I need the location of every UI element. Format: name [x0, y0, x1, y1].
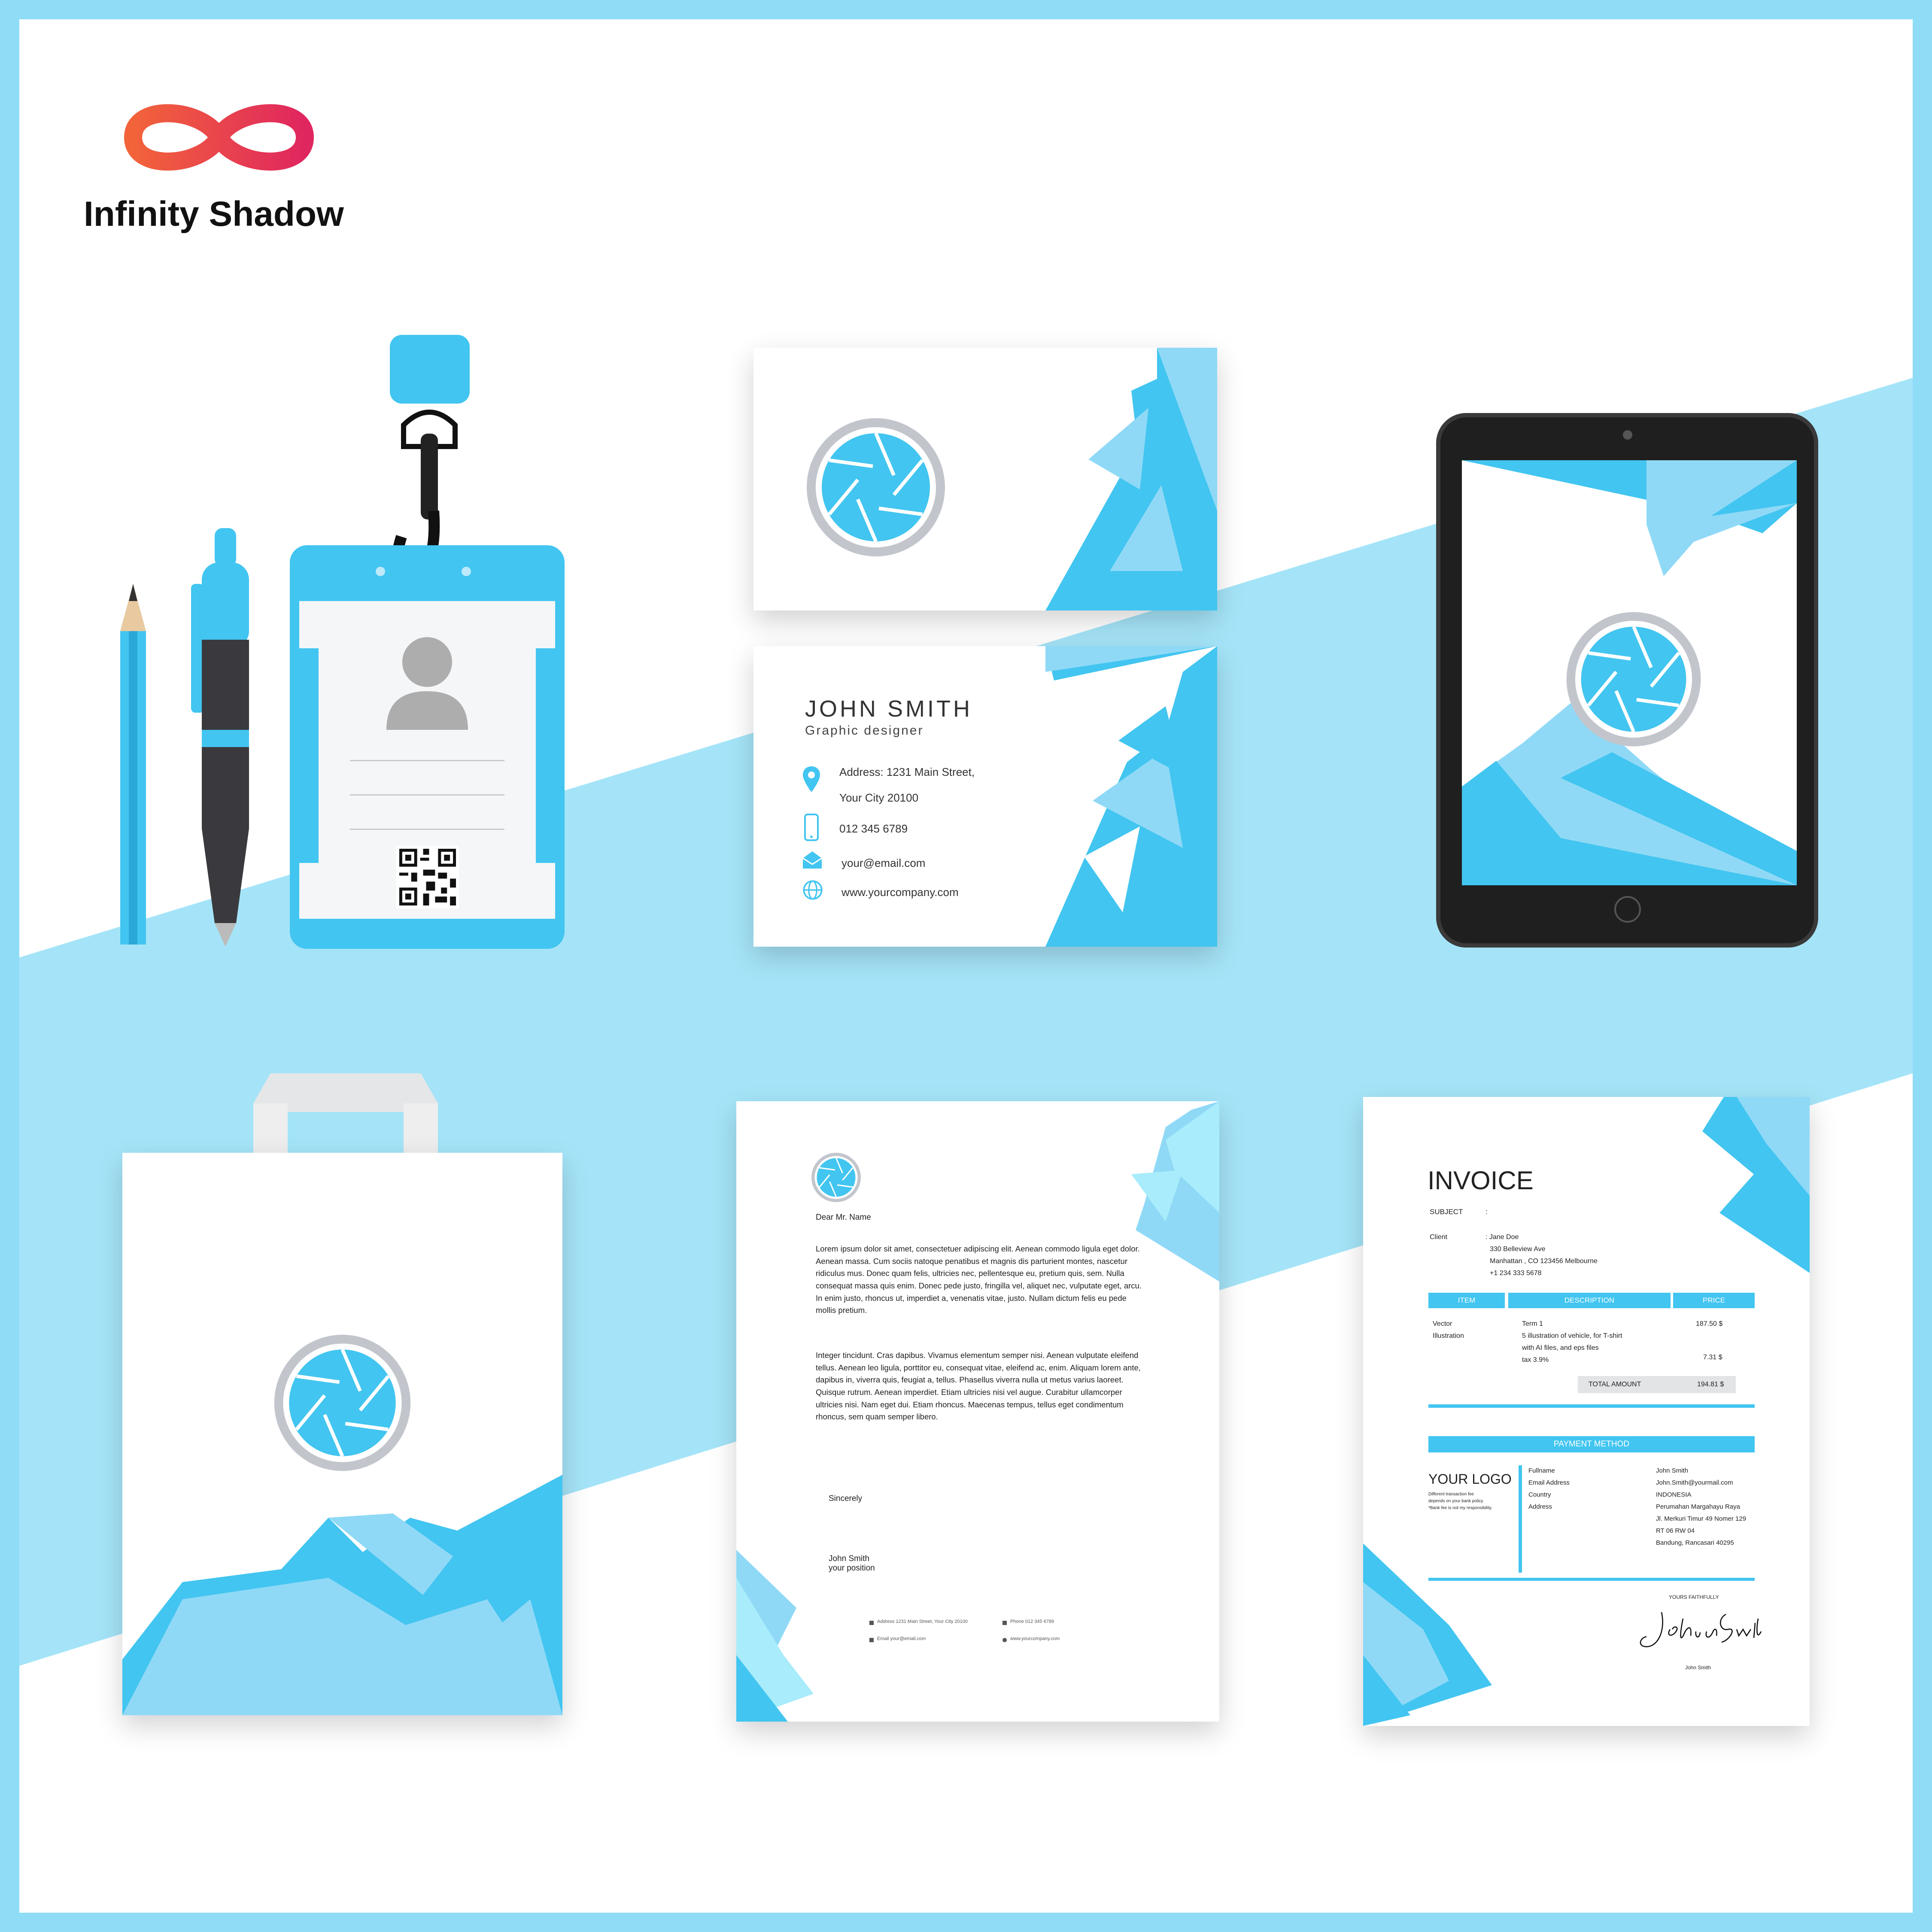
- invoice-pay-addr3: RT 06 RW 04: [1656, 1527, 1695, 1534]
- invoice-pay-label-fullname: Fullname: [1528, 1467, 1555, 1474]
- invoice-yours-faithfully: YOURS FAITHFULLY: [1669, 1594, 1719, 1600]
- invoice-total-value: 194.81 $: [1697, 1381, 1724, 1388]
- contact-address-line1: Address: 1231 Main Street,: [839, 766, 975, 778]
- invoice-pay-label-email: Email Address: [1528, 1479, 1570, 1486]
- contact-email: your@email.com: [841, 857, 926, 869]
- invoice-pay-email: John.Smith@yourmail.com: [1656, 1479, 1733, 1486]
- camera-dot-icon: [1623, 430, 1632, 440]
- footer-home-icon: [869, 1621, 874, 1625]
- invoice-client-addr2: Manhattan , CO 123456 Melbourne: [1490, 1258, 1598, 1265]
- tablet-home-button[interactable]: [1614, 896, 1641, 923]
- invoice-pay-country: INDONESIA: [1656, 1491, 1692, 1498]
- footer-phone-icon: [1002, 1621, 1007, 1625]
- invoice-client-label: Client: [1430, 1233, 1447, 1241]
- letter-signer-position: your position: [829, 1564, 875, 1573]
- invoice-desc-line1: Term 1: [1522, 1320, 1543, 1327]
- business-card-front: JOHN SMITH Graphic designer Address: 123…: [753, 646, 1217, 947]
- mobile-phone-icon: [804, 814, 819, 841]
- invoice-subject-colon: :: [1485, 1208, 1488, 1216]
- signature-image: [1640, 1612, 1762, 1647]
- stationery-mockup-canvas: Infinity Shadow JOHN SMITH Graphic desig…: [0, 0, 1932, 1932]
- invoice-price1: 187.50 $: [1696, 1320, 1723, 1327]
- invoice-item-line1: Vector: [1433, 1320, 1452, 1327]
- invoice-col-price: PRICE: [1673, 1293, 1755, 1308]
- invoice-desc-line2: 5 illustration of vehicle, for T-shirt: [1522, 1332, 1622, 1340]
- invoice-payment-method-bar: PAYMENT METHOD: [1428, 1436, 1755, 1452]
- invoice-col-item-label: ITEM: [1458, 1296, 1476, 1304]
- contact-name: JOHN SMITH: [805, 696, 972, 722]
- invoice: INVOICE SUBJECT : Client : Jane Doe 330 …: [1363, 1097, 1810, 1726]
- invoice-pay-fullname: John Smith: [1656, 1467, 1689, 1474]
- invoice-pay-addr4: Bandung, Rancasari 40295: [1656, 1539, 1734, 1546]
- footer-email: Email your@email.com: [877, 1636, 926, 1641]
- contact-website: www.yourcompany.com: [841, 886, 959, 899]
- invoice-price2: 7.31 $: [1703, 1354, 1722, 1361]
- invoice-payment-method-label: PAYMENT METHOD: [1553, 1440, 1630, 1449]
- invoice-divider: [1428, 1404, 1755, 1408]
- letterhead: Dear Mr. Name Lorem ipsum dolor sit amet…: [736, 1101, 1219, 1722]
- invoice-pay-label-address: Address: [1528, 1503, 1552, 1510]
- camera-aperture-logo-icon: [807, 418, 945, 556]
- user-avatar-icon: [386, 637, 468, 730]
- letter-signer-name: John Smith: [829, 1554, 870, 1563]
- tablet-screen: [1462, 460, 1797, 885]
- shopping-bag: [122, 1153, 562, 1715]
- invoice-total-label: TOTAL AMOUNT: [1589, 1381, 1641, 1388]
- invoice-logo-note2: depends on your bank policy.: [1428, 1499, 1484, 1504]
- invoice-vertical-divider: [1519, 1465, 1522, 1573]
- invoice-pay-addr2: Jl. Merkuri Timur 49 Nomer 129: [1656, 1515, 1747, 1522]
- invoice-divider-bottom: [1428, 1578, 1755, 1581]
- globe-icon: [803, 880, 823, 900]
- invoice-col-price-label: PRICE: [1703, 1296, 1725, 1304]
- invoice-your-logo: YOUR LOGO: [1428, 1471, 1512, 1487]
- letter-paragraph-2: Integer tincidunt. Cras dapibus. Vivamus…: [816, 1351, 1141, 1422]
- letter-closing: Sincerely: [829, 1494, 863, 1503]
- invoice-pay-addr1: Perumahan Margahayu Raya: [1656, 1503, 1740, 1510]
- invoice-item-line2: Illustration: [1433, 1332, 1464, 1340]
- footer-mail-icon: [869, 1638, 874, 1642]
- invoice-logo-note1: Different transaction fee: [1428, 1492, 1474, 1497]
- invoice-pay-label-country: Country: [1528, 1491, 1551, 1498]
- infinity-logo-icon: [124, 104, 314, 171]
- bag-aperture-logo-icon: [274, 1334, 411, 1471]
- location-pin-icon: [803, 766, 820, 792]
- business-card-back: [753, 348, 1217, 611]
- tablet-device: [1436, 413, 1818, 948]
- invoice-logo-note3: *Bank fee is not my responsibility.: [1428, 1506, 1492, 1510]
- footer-globe-icon: [1002, 1638, 1007, 1642]
- qr-code-icon: [396, 846, 459, 908]
- invoice-title: INVOICE: [1428, 1166, 1534, 1195]
- pen-icon: [191, 528, 249, 947]
- email-envelope-icon: [803, 851, 822, 869]
- letter-greeting: Dear Mr. Name: [816, 1213, 871, 1222]
- invoice-desc-line4: tax 3.9%: [1522, 1356, 1549, 1364]
- invoice-subject-label: SUBJECT: [1430, 1208, 1463, 1216]
- contact-title: Graphic designer: [805, 723, 924, 738]
- invoice-col-item: ITEM: [1428, 1293, 1505, 1308]
- invoice-col-description-label: DESCRIPTION: [1564, 1296, 1615, 1304]
- brand-name: Infinity Shadow: [84, 194, 344, 234]
- contact-phone: 012 345 6789: [839, 822, 908, 835]
- invoice-col-description: DESCRIPTION: [1508, 1293, 1671, 1308]
- contact-address-line2: Your City 20100: [839, 791, 919, 804]
- footer-web: www.yourcompany.com: [1010, 1636, 1060, 1641]
- footer-address: Address 1231 Main Street, Your City 2010…: [877, 1619, 968, 1624]
- tablet-aperture-logo-icon: [1566, 612, 1701, 747]
- pencil-icon: [120, 584, 146, 945]
- invoice-client-name: : Jane Doe: [1485, 1233, 1519, 1241]
- invoice-signer: John Smith: [1685, 1665, 1711, 1671]
- letterhead-aperture-logo-icon: [811, 1153, 861, 1202]
- invoice-client-phone: +1 234 333 5678: [1490, 1270, 1542, 1277]
- invoice-desc-line3: with AI files, and eps files: [1522, 1344, 1599, 1352]
- letter-paragraph-1: Lorem ipsum dolor sit amet, consectetuer…: [816, 1244, 1142, 1315]
- id-card: [290, 545, 565, 949]
- footer-phone: Phone 012 345 6789: [1010, 1619, 1054, 1624]
- invoice-client-addr1: 330 Belleview Ave: [1490, 1245, 1546, 1253]
- brand-logo: [116, 86, 322, 189]
